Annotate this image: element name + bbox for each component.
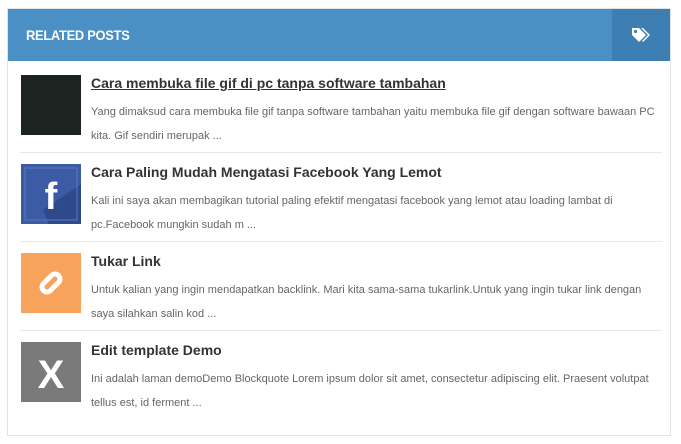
post-title-link[interactable]: Tukar Link bbox=[91, 253, 161, 269]
post-snippet: Ini adalah laman demoDemo Blockquote Lor… bbox=[91, 373, 649, 409]
tags-icon bbox=[632, 27, 650, 42]
related-post-item[interactable]: X Edit template Demo Ini adalah laman de… bbox=[20, 331, 662, 420]
dark-thumbnail[interactable] bbox=[21, 75, 81, 135]
related-post-item[interactable]: Tukar Link Untuk kalian yang ingin menda… bbox=[20, 242, 662, 331]
post-thumbnail[interactable]: f bbox=[21, 164, 81, 224]
related-posts-widget: RELATED POSTS Cara membuka file gif di p… bbox=[7, 8, 671, 436]
widget-header: RELATED POSTS bbox=[8, 9, 670, 61]
post-title-link[interactable]: Cara membuka file gif di pc tanpa softwa… bbox=[91, 75, 446, 91]
post-thumbnail[interactable] bbox=[21, 75, 81, 135]
x-icon[interactable]: X bbox=[21, 342, 81, 402]
post-title-link[interactable]: Edit template Demo bbox=[91, 342, 222, 358]
x-letter: X bbox=[38, 353, 65, 397]
facebook-icon[interactable]: f bbox=[21, 164, 81, 224]
post-thumbnail[interactable] bbox=[21, 253, 81, 313]
related-post-item[interactable]: Cara membuka file gif di pc tanpa softwa… bbox=[20, 64, 662, 153]
post-snippet: Untuk kalian yang ingin mendapatkan back… bbox=[91, 284, 642, 320]
widget-title: RELATED POSTS bbox=[26, 27, 130, 43]
link-icon[interactable] bbox=[21, 253, 81, 313]
post-snippet: Yang dimaksud cara membuka file gif tanp… bbox=[91, 106, 655, 142]
post-thumbnail[interactable]: X bbox=[21, 342, 81, 402]
post-snippet: Kali ini saya akan membagikan tutorial p… bbox=[91, 195, 613, 231]
facebook-letter: f bbox=[45, 176, 58, 218]
post-title-link[interactable]: Cara Paling Mudah Mengatasi Facebook Yan… bbox=[91, 164, 442, 180]
related-post-item[interactable]: f Cara Paling Mudah Mengatasi Facebook Y… bbox=[20, 153, 662, 242]
tags-icon-box bbox=[612, 9, 670, 61]
